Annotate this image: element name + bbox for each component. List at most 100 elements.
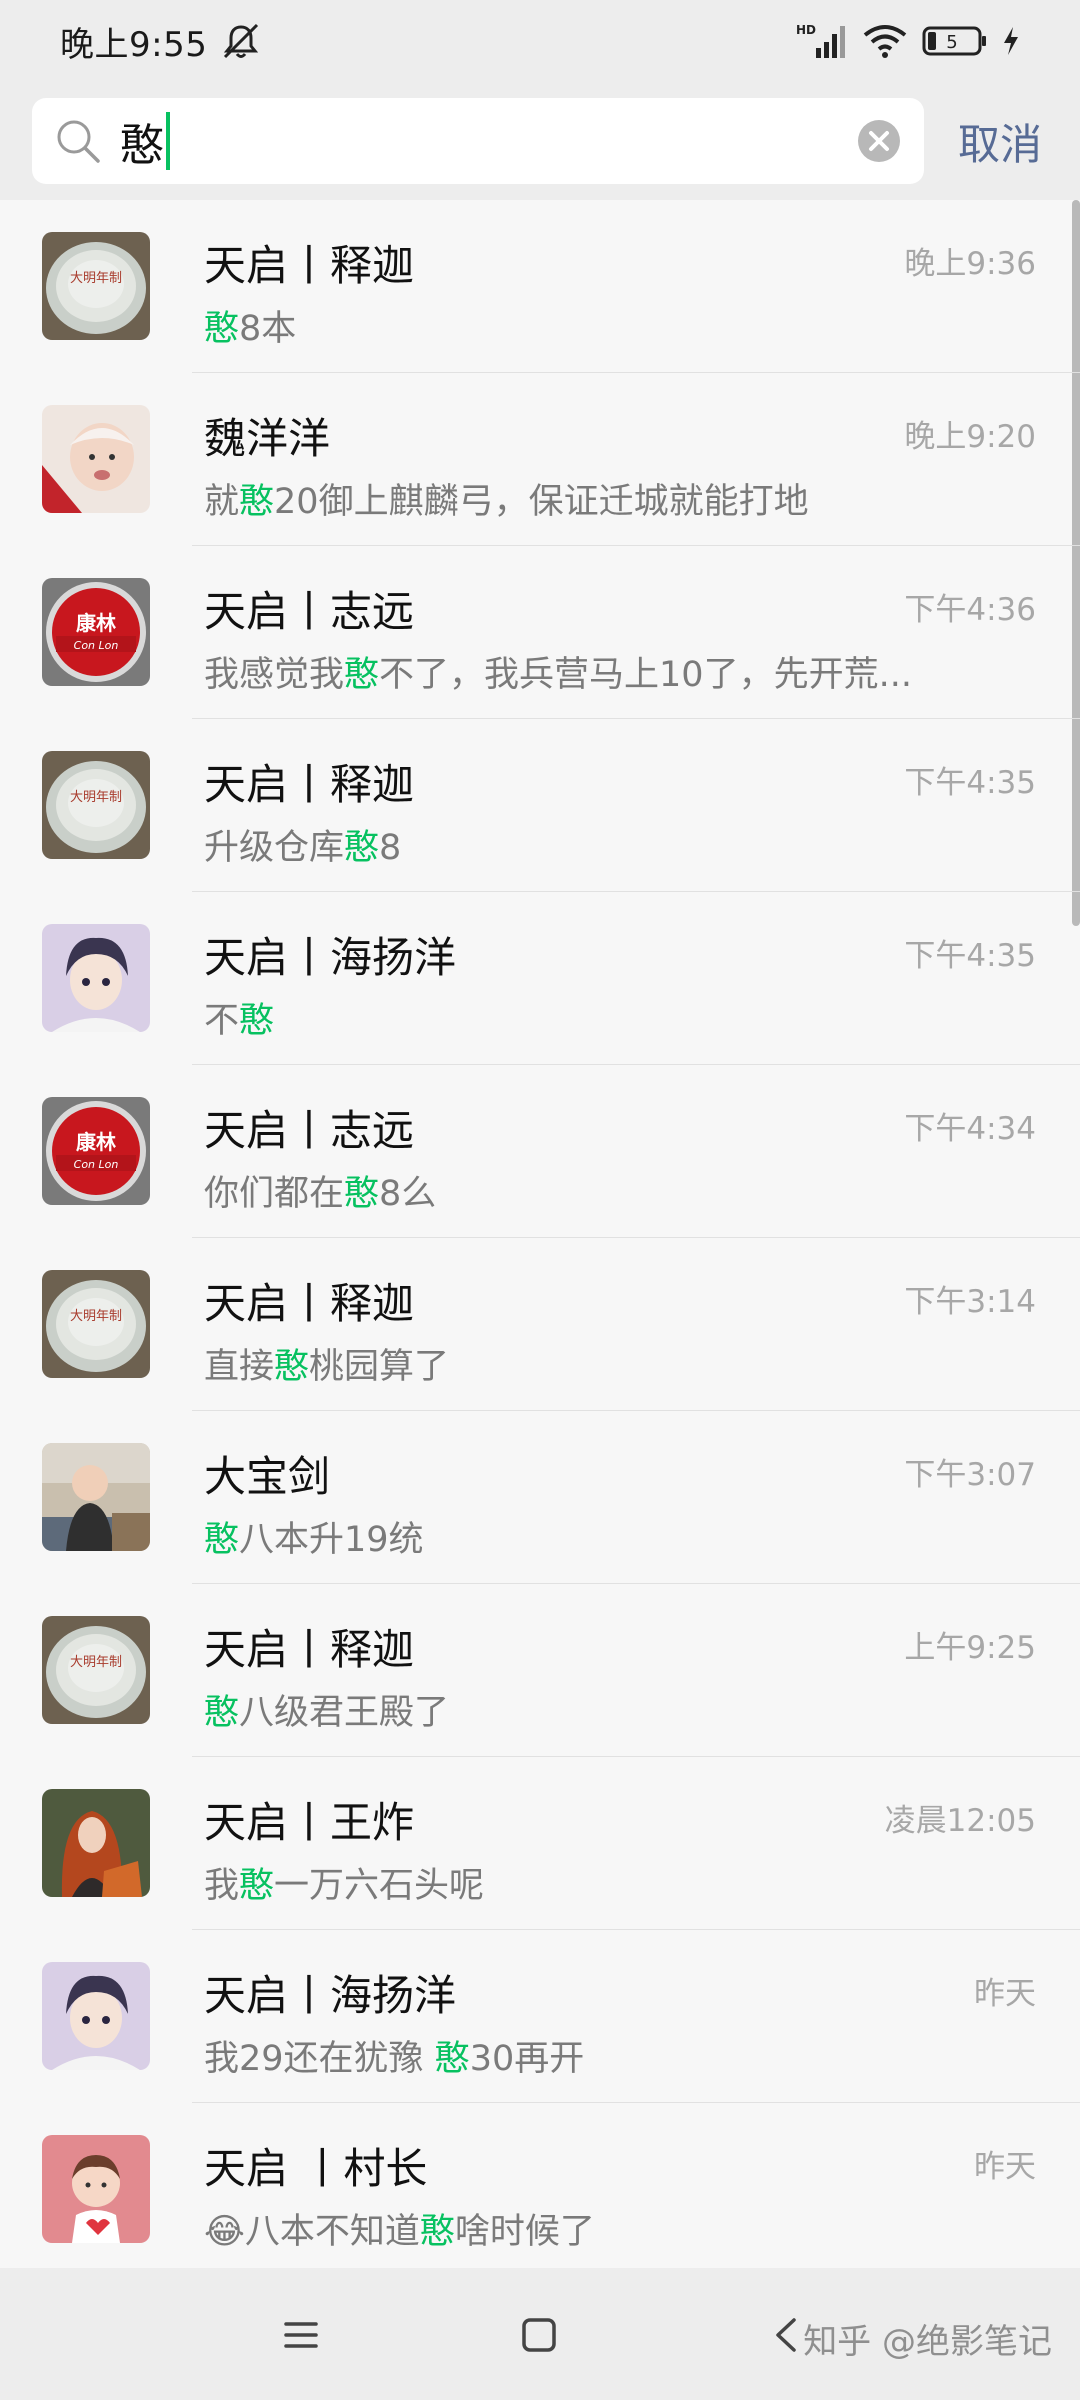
avatar[interactable]: 康林 Con Lon [42,1097,150,1205]
message-text: 30再开 [469,2039,585,2079]
message-time: 晚上9:36 [904,246,1036,282]
message-snippet: 升级仓库憨8 [204,819,401,870]
message-text: 啥时候了 [454,2212,595,2252]
svg-text:HD: HD [796,23,816,37]
battery-level: 5 [946,32,957,53]
text-cursor [166,112,170,170]
message-time: 下午4:35 [904,938,1036,974]
wifi-icon [863,25,907,58]
search-result-row[interactable]: 大明年制 天启丨释迦 晚上9:36 憨8本 [0,200,1080,373]
search-result-row[interactable]: 大明年制 天启丨释迦 下午3:14 直接憨桃园算了 [0,1238,1080,1411]
avatar-image: 康林 Con Lon [42,578,150,686]
avatar[interactable] [42,405,150,513]
contact-name: 天启丨释迦 [204,1625,415,1674]
message-snippet: 我29还在犹豫 憨30再开 [204,2030,584,2081]
search-result-row[interactable]: 天启 丨村长 昨天 😂八本不知道憨啥时候了 [0,2103,1080,2268]
home-icon[interactable] [514,2310,564,2360]
silent-icon [224,23,259,59]
keyword-highlight: 憨 [344,828,380,868]
message-text: 8本 [239,309,297,349]
contact-name: 天启 丨村长 [204,2144,428,2193]
contact-name: 天启丨王炸 [204,1798,415,1847]
message-text: 8么 [379,1174,437,1214]
keyword-highlight: 憨 [434,2039,470,2079]
search-icon [57,120,100,163]
search-result-row[interactable]: 大宝剑 下午3:07 憨八本升19统 [0,1411,1080,1584]
search-input[interactable]: 憨 [32,98,924,184]
status-time: 晚上9:55 [60,24,208,65]
message-time: 下午3:14 [904,1284,1036,1320]
avatar[interactable]: 大明年制 [42,751,150,859]
search-result-row[interactable]: 大明年制 天启丨释迦 下午4:35 升级仓库憨8 [0,719,1080,892]
message-text: 桃园算了 [309,1347,450,1387]
message-text: 😂八本不知道 [204,2212,420,2252]
avatar-image: 大明年制 [42,751,150,859]
message-time: 下午4:34 [904,1111,1036,1147]
keyword-highlight: 憨 [239,1866,275,1906]
search-result-row[interactable]: 天启丨海扬洋 昨天 我29还在犹豫 憨30再开 [0,1930,1080,2103]
cancel-button[interactable]: 取消 [958,111,1042,172]
avatar[interactable] [42,924,150,1032]
keyword-highlight: 憨 [204,1693,240,1733]
search-result-row[interactable]: 天启丨海扬洋 下午4:35 不憨 [0,892,1080,1065]
message-time: 下午4:35 [904,765,1036,801]
keyword-highlight: 憨 [204,1520,240,1560]
search-result-row[interactable]: 魏洋洋 晚上9:20 就憨20御上麒麟弓，保证迁城就能打地 [0,373,1080,546]
avatar[interactable]: 康林 Con Lon [42,578,150,686]
message-time: 晚上9:20 [904,419,1036,455]
contact-name: 大宝剑 [204,1452,331,1501]
svg-text:Con Lon: Con Lon [74,1158,119,1171]
menu-icon[interactable] [276,2310,326,2360]
message-text: 不 [204,1001,240,1041]
svg-text:康林: 康林 [76,1130,116,1154]
watermark: 知乎 @绝影笔记 [803,2322,1052,2362]
search-result-row[interactable]: 康林 Con Lon 天启丨志远 下午4:34 你们都在憨8么 [0,1065,1080,1238]
avatar[interactable]: 大明年制 [42,232,150,340]
search-result-row[interactable]: 大明年制 天启丨释迦 上午9:25 憨八级君王殿了 [0,1584,1080,1757]
message-time: 昨天 [974,2149,1036,2185]
avatar-image: 大明年制 [42,232,150,340]
status-bar: 晚上9:55 HD 5 [0,0,1080,82]
avatar-image: 大明年制 [42,1270,150,1378]
message-snippet: 😂八本不知道憨啥时候了 [204,2203,595,2254]
message-snippet: 憨八级君王殿了 [204,1684,449,1735]
message-text: 我29还在犹豫 [204,2039,435,2079]
contact-name: 天启丨释迦 [204,760,415,809]
avatar-image [42,1789,150,1897]
message-text: 不了，我兵营马上10了，先开荒... [379,655,912,695]
contact-name: 天启丨海扬洋 [204,1971,457,2020]
message-snippet: 憨八本升19统 [204,1511,424,1562]
message-snippet: 直接憨桃园算了 [204,1338,449,1389]
keyword-highlight: 憨 [344,1174,380,1214]
keyword-highlight: 憨 [239,482,275,522]
clear-icon[interactable] [856,118,902,164]
avatar-image: 大明年制 [42,1616,150,1724]
search-results-list[interactable]: 大明年制 天启丨释迦 晚上9:36 憨8本 魏洋洋 晚上9:20 就憨20御上麒麟弓，保… [0,200,1080,2268]
keyword-highlight: 憨 [274,1347,310,1387]
contact-name: 天启丨志远 [204,587,415,636]
search-result-row[interactable]: 天启丨王炸 凌晨12:05 我憨一万六石头呢 [0,1757,1080,1930]
avatar-image [42,1443,150,1551]
message-time: 凌晨12:05 [884,1803,1036,1839]
keyword-highlight: 憨 [344,655,380,695]
search-query: 憨 [120,109,170,173]
message-snippet: 不憨 [204,992,274,1043]
avatar[interactable] [42,1962,150,2070]
search-bar: 憨 取消 [0,82,1080,200]
status-icons: HD 5 [796,22,1020,60]
avatar[interactable]: 大明年制 [42,1616,150,1724]
message-text: 八本升19统 [239,1520,424,1560]
message-snippet: 就憨20御上麒麟弓，保证迁城就能打地 [204,473,809,524]
message-time: 上午9:25 [904,1630,1036,1666]
search-result-row[interactable]: 康林 Con Lon 天启丨志远 下午4:36 我感觉我憨不了，我兵营马上10了，先… [0,546,1080,719]
message-snippet: 憨8本 [204,300,296,351]
message-text: 升级仓库 [204,828,345,868]
avatar[interactable] [42,1789,150,1897]
avatar-image [42,1962,150,2070]
search-screen: 晚上9:55 HD 5 憨 取消 大明年制 天启丨释迦 晚上9:36 憨8本 魏… [0,0,1080,2400]
avatar[interactable] [42,1443,150,1551]
keyword-highlight: 憨 [204,309,240,349]
avatar[interactable]: 大明年制 [42,1270,150,1378]
avatar[interactable] [42,2135,150,2243]
message-text: 我感觉我 [204,655,345,695]
